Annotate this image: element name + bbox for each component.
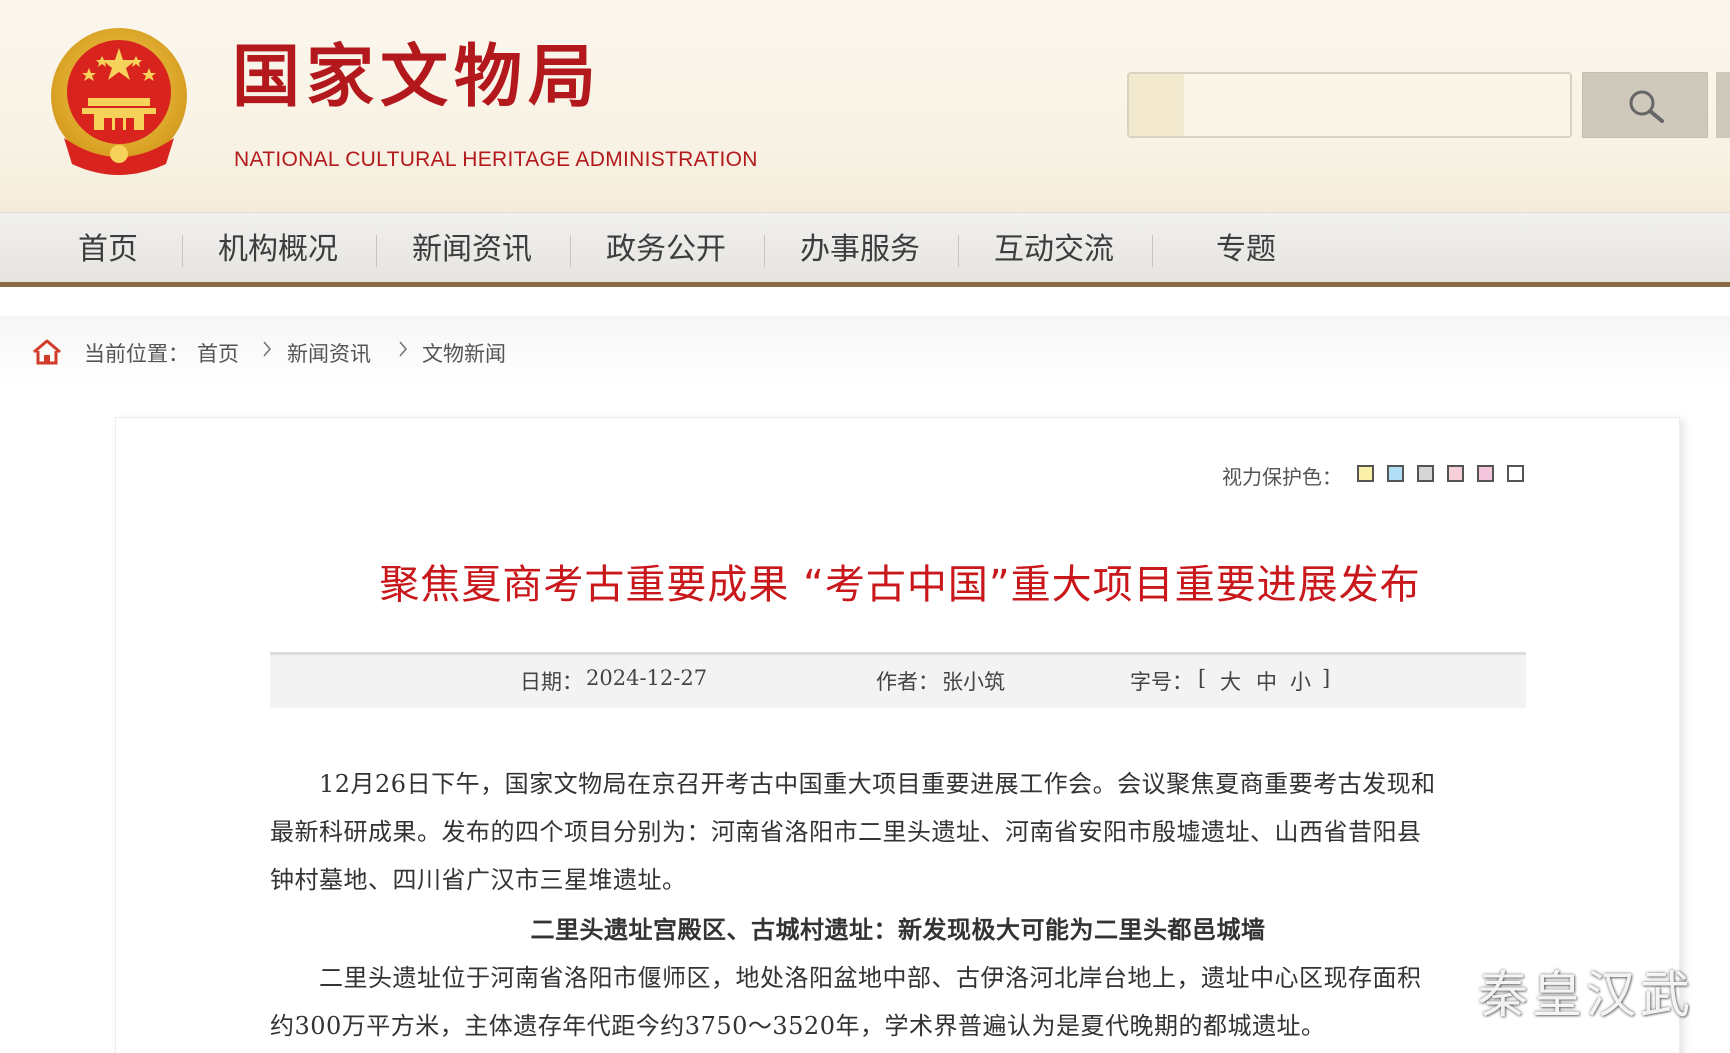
watermark: 秦皇汉武 (1478, 966, 1694, 1024)
eye-care-swatch-pink[interactable] (1447, 465, 1464, 482)
nav-item-news[interactable]: 新闻资讯 (412, 213, 532, 283)
font-size-label: 字号： (1130, 670, 1193, 694)
font-size-large-button[interactable]: 大 (1220, 666, 1241, 696)
paragraph-line: 12月26日下午，国家文物局在京召开考古中国重大项目重要进展工作会。会议聚焦夏商… (270, 770, 1436, 798)
nav-item-about[interactable]: 机构概况 (218, 213, 338, 283)
paragraph-line: 约300万平方米，主体遗存年代距今约3750～3520年，学术界普遍认为是夏代晚… (270, 1012, 1326, 1040)
site-title[interactable]: 国家文物局 (232, 38, 602, 118)
search-input[interactable] (1127, 72, 1572, 138)
breadcrumb-news[interactable]: 新闻资讯 (287, 338, 371, 368)
article-title: 聚焦夏商考古重要成果 “考古中国”重大项目重要进展发布 (379, 562, 1421, 608)
publish-date: 2024-12-27 (586, 666, 708, 690)
main-nav: 首页 机构概况 新闻资讯 政务公开 办事服务 互动交流 专题 (0, 212, 1730, 282)
nav-item-interaction[interactable]: 互动交流 (994, 213, 1114, 283)
font-size-small-button[interactable]: 小 (1290, 666, 1311, 696)
font-size-medium-button[interactable]: 中 (1256, 666, 1277, 696)
nav-item-topics[interactable]: 专题 (1216, 213, 1276, 283)
eye-care-label: 视力保护色： (1222, 465, 1342, 489)
breadcrumb (0, 316, 1730, 384)
search-icon (1629, 90, 1664, 123)
font-size-bracket-close: ] (1322, 666, 1331, 690)
nav-underline (0, 282, 1730, 287)
chevron-right-icon (263, 341, 272, 357)
nav-item-services[interactable]: 办事服务 (800, 213, 920, 283)
nav-item-government-affairs[interactable]: 政务公开 (606, 213, 726, 283)
site-header: 国家文物局 NATIONAL CULTURAL HERITAGE ADMINIS… (0, 0, 1730, 212)
eye-care-swatch-white[interactable] (1507, 465, 1524, 482)
nav-divider (570, 235, 571, 267)
paragraph-line: 钟村墓地、四川省广汉市三星堆遗址。 (270, 866, 687, 894)
breadcrumb-home[interactable]: 首页 (197, 338, 239, 368)
paragraph-line: 最新科研成果。发布的四个项目分别为：河南省洛阳市二里头遗址、河南省安阳市殷墟遗址… (270, 818, 1422, 846)
font-size-bracket-open: [ (1198, 666, 1207, 690)
breadcrumb-prefix: 当前位置： (84, 342, 189, 366)
breadcrumb-relics-news[interactable]: 文物新闻 (422, 338, 506, 368)
nav-divider (376, 235, 377, 267)
nav-divider (764, 235, 765, 267)
header-right-edge (1716, 72, 1730, 138)
article-subheading: 二里头遗址宫殿区、古城村遗址：新发现极大可能为二里头都邑城墙 (530, 915, 1266, 944)
author-name: 张小筑 (942, 670, 1005, 694)
nav-divider (1152, 235, 1153, 267)
paragraph-line: 二里头遗址位于河南省洛阳市偃师区，地处洛阳盆地中部、古伊洛河北岸台地上，遗址中心… (270, 964, 1422, 992)
eye-care-swatch-rose[interactable] (1477, 465, 1494, 482)
author-label: 作者： (876, 670, 939, 694)
search-button[interactable] (1582, 72, 1708, 138)
eye-care-swatch-yellow[interactable] (1357, 465, 1374, 482)
nav-divider (958, 235, 959, 267)
eye-care-swatch-gray[interactable] (1417, 465, 1434, 482)
nav-item-home[interactable]: 首页 (78, 213, 138, 283)
nav-divider (182, 235, 183, 267)
site-subtitle: NATIONAL CULTURAL HERITAGE ADMINISTRATIO… (234, 148, 758, 171)
national-emblem-icon[interactable] (44, 26, 194, 181)
home-icon[interactable] (32, 339, 62, 365)
eye-care-swatch-blue[interactable] (1387, 465, 1404, 482)
date-label: 日期： (520, 670, 583, 694)
chevron-right-icon (399, 341, 408, 357)
